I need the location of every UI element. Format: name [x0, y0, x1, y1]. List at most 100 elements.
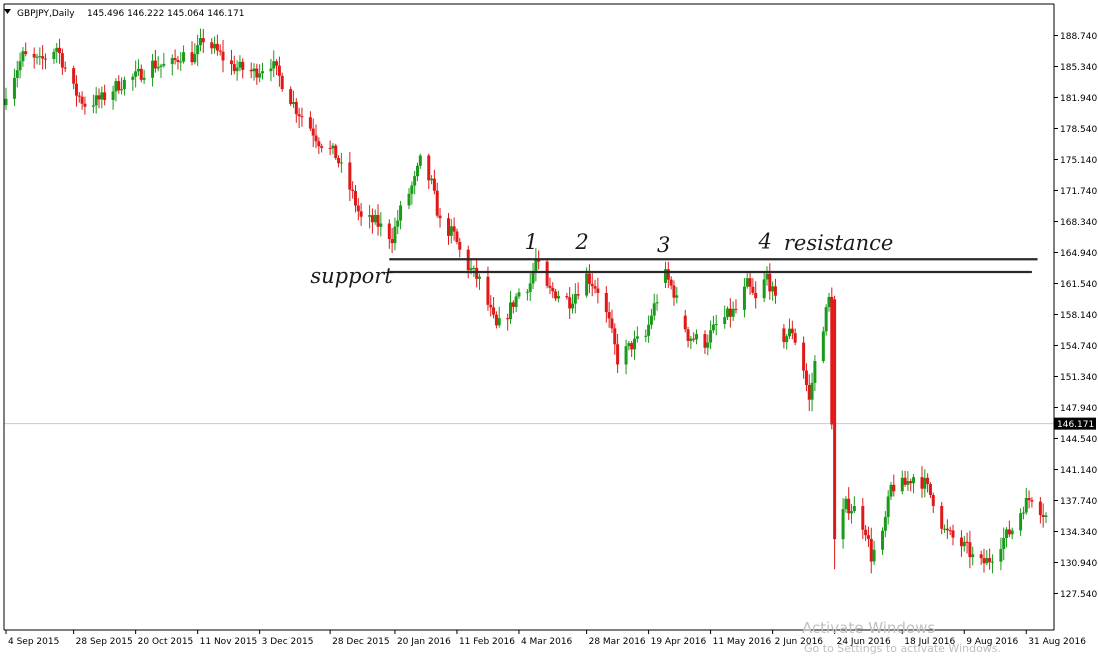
candle-body — [455, 231, 459, 243]
candle-body — [745, 278, 749, 287]
annotation-resistance[interactable]: resistance — [784, 231, 893, 255]
candle-body — [1002, 538, 1006, 550]
candle-body — [616, 344, 620, 365]
candle-body — [15, 70, 19, 78]
y-tick-label: 127.540 — [1060, 590, 1097, 600]
y-tick-label: 154.740 — [1060, 342, 1097, 352]
candle-body — [571, 303, 575, 309]
x-tick-label: 3 Dec 2015 — [262, 637, 314, 647]
y-tick-label: 151.340 — [1060, 373, 1097, 383]
candle-body — [965, 541, 969, 543]
candle-body — [198, 38, 202, 46]
candle-body — [531, 271, 535, 284]
candle-body — [633, 338, 637, 350]
candle-body — [258, 73, 262, 78]
candle-body — [103, 92, 107, 100]
candle-body — [624, 346, 628, 365]
symbol-label: GBPJPY,Daily — [17, 9, 75, 19]
candle-body — [813, 361, 817, 383]
candle-body — [511, 302, 515, 307]
y-tick-label: 181.940 — [1060, 94, 1097, 104]
candle-body — [852, 506, 856, 512]
candle-body — [449, 226, 453, 236]
candle-body — [793, 333, 797, 343]
candle-body — [872, 549, 876, 562]
candle-body — [714, 323, 718, 325]
candle-body — [370, 215, 374, 223]
candle-body — [272, 61, 276, 69]
price-chart[interactable]: 1 2 3 4 resistance support 188.740 185.340 181.… — [0, 0, 1098, 655]
candle-body — [131, 76, 135, 80]
candle-body — [923, 477, 927, 489]
annotation-1[interactable]: 1 — [525, 230, 538, 254]
candle-body — [407, 193, 411, 206]
candle-body — [869, 538, 873, 562]
candle-body — [824, 307, 828, 332]
candle — [830, 287, 834, 430]
candle-body — [60, 53, 64, 68]
candle-body — [120, 89, 124, 91]
candle-body — [351, 189, 355, 192]
candle-body — [585, 273, 589, 296]
candle-body — [291, 101, 295, 104]
candle-body — [773, 286, 777, 296]
candle-body — [396, 220, 400, 227]
y-tick-label: 161.540 — [1060, 280, 1097, 290]
candle-body — [709, 330, 713, 343]
candle-body — [210, 42, 214, 49]
candle-body — [477, 276, 481, 279]
candle-body — [43, 58, 47, 60]
candle-body — [988, 558, 992, 563]
x-tick-label: 11 Nov 2015 — [200, 637, 258, 647]
candle-body — [399, 205, 403, 221]
watermark-title: Activate Windows — [802, 619, 935, 637]
candle-body — [683, 315, 687, 330]
candle-body — [111, 91, 115, 100]
annotation-2[interactable]: 2 — [574, 230, 588, 254]
candle-body — [920, 477, 924, 489]
candle-body — [926, 477, 930, 485]
candle-body — [607, 312, 611, 319]
candle-body — [748, 278, 752, 287]
ohlc-values: 145.496 146.222 145.064 146.171 — [87, 9, 244, 19]
candle-body — [771, 286, 775, 292]
candle-body — [452, 226, 456, 232]
chart-window[interactable]: 1 2 3 4 resistance support 188.740 185.340 181.… — [0, 0, 1098, 655]
x-tick-label: 20 Oct 2015 — [138, 637, 194, 647]
candle-body — [990, 561, 994, 563]
candle-body — [153, 60, 157, 69]
current-price-label: 146.171 — [1057, 420, 1094, 430]
candle-body — [241, 61, 245, 70]
candle-body — [142, 77, 146, 80]
candle-body — [734, 308, 738, 310]
candle-body — [906, 481, 910, 485]
candle-body — [517, 292, 521, 297]
y-tick-label: 134.340 — [1060, 528, 1097, 538]
candle-body — [573, 294, 577, 304]
candle-body — [672, 285, 676, 298]
candle-body — [850, 511, 854, 514]
candle-body — [630, 343, 634, 350]
candle-body — [644, 335, 648, 337]
candle-body — [827, 296, 831, 308]
candle-body — [136, 68, 140, 72]
candle-body — [269, 68, 273, 72]
annotation-3[interactable]: 3 — [657, 233, 670, 257]
candle-body — [469, 268, 473, 271]
candle-body — [12, 77, 16, 99]
annotation-support[interactable]: support — [310, 264, 393, 288]
candle-body — [196, 45, 200, 55]
candle-body — [139, 68, 143, 80]
candle-body — [635, 336, 639, 339]
candle-body — [235, 67, 239, 72]
candle — [833, 295, 837, 570]
candle — [334, 143, 338, 160]
candle-body — [928, 484, 932, 495]
annotation-4[interactable]: 4 — [758, 229, 772, 253]
y-tick-label: 188.740 — [1060, 32, 1097, 42]
candle-body — [943, 528, 947, 530]
candle-body — [675, 295, 679, 298]
x-tick-label: 11 May 2016 — [713, 637, 772, 647]
candle-body — [1041, 514, 1045, 517]
candle-body — [528, 283, 532, 292]
